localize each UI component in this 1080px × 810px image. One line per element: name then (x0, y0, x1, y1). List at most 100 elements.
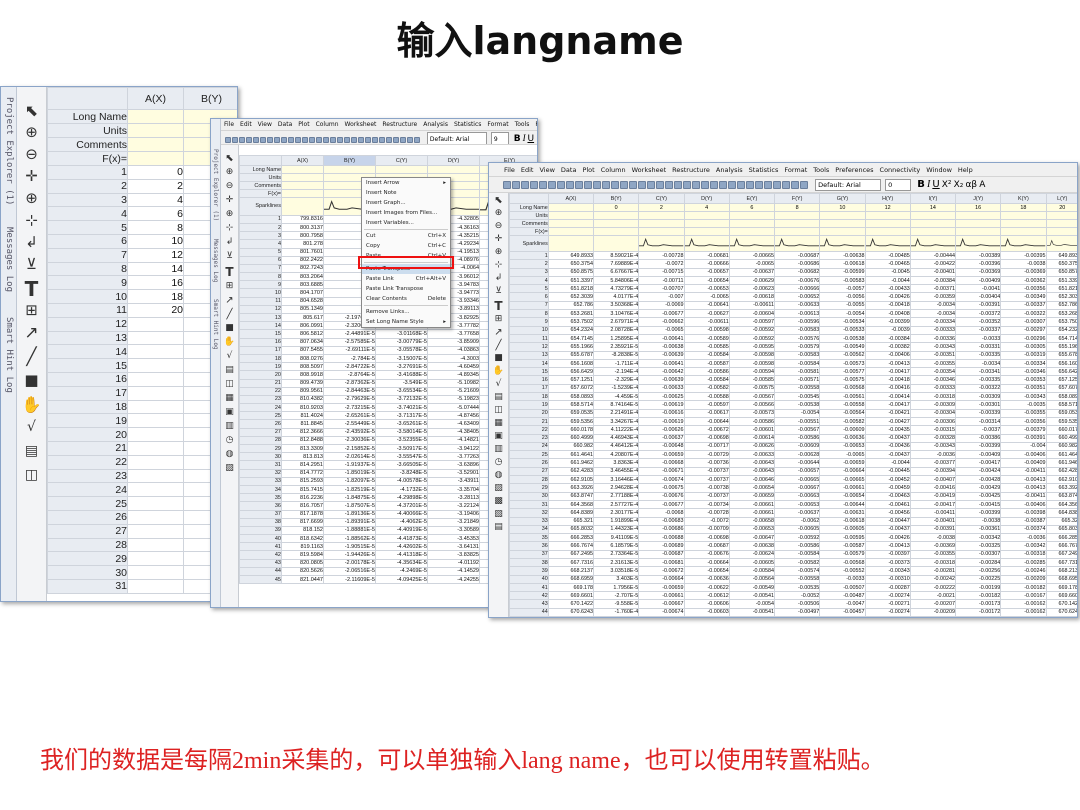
cell[interactable]: 3.50368E-4 (593, 300, 640, 311)
cell[interactable]: -0.0034 (909, 300, 957, 311)
cell[interactable]: -0.0065 (638, 325, 685, 335)
row-header[interactable]: 27 (509, 466, 549, 477)
row-header[interactable]: 3 (509, 267, 549, 277)
cell[interactable]: 654.232 (1045, 325, 1077, 335)
cell[interactable]: -1.91937E-5 (323, 460, 376, 470)
cell[interactable]: -3.50917E-5 (375, 443, 428, 454)
label-row-header[interactable]: Sparklines (509, 235, 549, 252)
cell[interactable]: 658.5714 (547, 400, 595, 410)
pointer-icon[interactable]: ⬉ (489, 195, 508, 208)
col-header[interactable]: H(Y) (864, 193, 911, 204)
cell[interactable]: -2.65261E-5 (323, 411, 376, 421)
cell[interactable]: 665.321 (547, 516, 595, 526)
toolbar-icon[interactable] (521, 181, 529, 189)
cell[interactable]: 8 (127, 220, 184, 235)
cell[interactable]: -0.00661 (819, 483, 866, 493)
cell[interactable]: -3.94122 (427, 443, 480, 454)
cell[interactable]: -0.00567 (774, 425, 821, 435)
cell[interactable]: -0.00596 (774, 317, 821, 327)
cell[interactable]: -0.00356 (1000, 416, 1047, 427)
cell[interactable]: -0.00592 (774, 533, 821, 543)
cube-icon[interactable]: ◫ (489, 405, 508, 418)
toolbar-icon[interactable] (755, 181, 763, 189)
col-header[interactable]: C(Y) (375, 155, 428, 166)
cell[interactable]: -0.00395 (1000, 250, 1047, 261)
toolbar-icon[interactable] (330, 136, 336, 143)
cell[interactable]: -0.00654 (683, 566, 730, 576)
cell[interactable]: 668.213 (1045, 566, 1077, 576)
cell[interactable]: -5.07444 (427, 403, 480, 413)
cell[interactable]: -0.00636 (683, 574, 730, 584)
cell[interactable]: -0.00409 (955, 275, 1002, 286)
context-menu-item[interactable]: Paste Link Transpose (362, 284, 450, 294)
cell[interactable]: -0.00172 (955, 607, 1002, 617)
cell[interactable]: 810.4382 (281, 394, 324, 405)
cell[interactable]: -3.8248E-5 (375, 468, 428, 478)
data-reader-icon[interactable]: ⊹ (17, 211, 46, 233)
cell[interactable]: 820.5626 (281, 566, 324, 577)
cell[interactable]: -4.4062E-5 (375, 517, 428, 527)
toolbar-icon[interactable] (358, 136, 364, 143)
context-menu-item[interactable]: Paste Link Ctrl+Alt+V (362, 274, 450, 284)
cell[interactable]: -2.73215E-5 (323, 403, 376, 413)
cell[interactable]: -2.84463E-5 (323, 386, 376, 396)
cell[interactable]: -0.00644 (774, 458, 821, 468)
cell[interactable]: -2.02614E-5 (323, 452, 376, 462)
arrow-tool-icon[interactable]: ↗ (221, 295, 238, 309)
cell[interactable]: -3.549E-5 (375, 378, 428, 388)
cell[interactable]: -0.00408 (864, 309, 911, 319)
row-header[interactable]: 37 (239, 509, 282, 519)
cell[interactable]: -0.00598 (728, 358, 776, 369)
cell[interactable]: -1.90515E-5 (323, 542, 376, 552)
cell[interactable]: 799.8316 (281, 214, 324, 224)
cell[interactable]: -0.00541 (728, 591, 776, 601)
cell[interactable]: -0.00584 (774, 549, 821, 560)
cell[interactable] (127, 440, 184, 456)
palette-icon[interactable]: ◍ (221, 449, 238, 463)
cell[interactable]: 667.731 (1045, 557, 1077, 568)
cell[interactable]: 651.8218 (547, 284, 595, 294)
row-header[interactable]: 12 (47, 316, 128, 332)
context-menu-item[interactable]: Insert Images from Files... (362, 208, 450, 218)
cell[interactable]: -0.00687 (774, 250, 821, 261)
cell[interactable]: 1.7956E-5 (593, 582, 640, 593)
sqrt-icon[interactable]: √ (489, 379, 508, 392)
cell[interactable]: -3.66505E-5 (375, 460, 428, 470)
row-header[interactable]: 5 (239, 247, 282, 257)
menu-item[interactable]: Preferences (832, 166, 876, 174)
cell[interactable]: -0.00597 (683, 400, 730, 410)
cell[interactable]: 662.428 (1045, 466, 1077, 477)
row-header[interactable]: 1 (47, 165, 128, 180)
cell[interactable]: -0.00662 (638, 317, 685, 327)
cell[interactable]: 670.6243 (547, 607, 595, 617)
col-header[interactable]: B(Y) (323, 155, 376, 166)
cell[interactable]: 805.617 (281, 312, 324, 323)
arrow-tool-icon[interactable]: ↗ (17, 323, 46, 347)
cell[interactable]: -2.06516E-5 (323, 566, 376, 577)
row-header[interactable]: 10 (47, 289, 128, 304)
row-header[interactable]: 30 (47, 565, 128, 580)
table-icon[interactable]: ▩ (489, 496, 508, 509)
rectangle-tool-icon[interactable]: ■ (489, 353, 508, 366)
cell[interactable]: -0.00587 (819, 541, 866, 551)
cell[interactable]: -8.2838E-5 (593, 350, 640, 360)
cell[interactable]: -0.00397 (864, 549, 911, 560)
cell[interactable]: -4.29898E-5 (375, 493, 428, 503)
cell[interactable]: -0.00315 (909, 425, 957, 435)
cell[interactable]: -0.00654 (819, 491, 866, 501)
cube-icon[interactable]: ◫ (17, 467, 46, 491)
cell[interactable]: -0.00433 (864, 284, 911, 294)
label-cell[interactable]: 4 (683, 203, 730, 212)
cell[interactable]: -0.00629 (728, 275, 776, 286)
label-cell[interactable] (638, 211, 685, 220)
cell[interactable]: -0.00334 (1000, 358, 1047, 369)
row-header[interactable]: 42 (239, 550, 282, 560)
font-name-box[interactable]: Default: Arial (815, 179, 882, 191)
cell[interactable]: 654.7145 (547, 333, 595, 344)
row-header[interactable]: 26 (239, 419, 282, 429)
cell[interactable]: 666.285 (1045, 533, 1077, 543)
cell[interactable]: 653.2681 (547, 309, 595, 319)
cell[interactable]: 805.1349 (281, 304, 324, 315)
col-header[interactable]: A(X) (547, 193, 595, 204)
cell[interactable]: 651.821 (1045, 284, 1077, 294)
